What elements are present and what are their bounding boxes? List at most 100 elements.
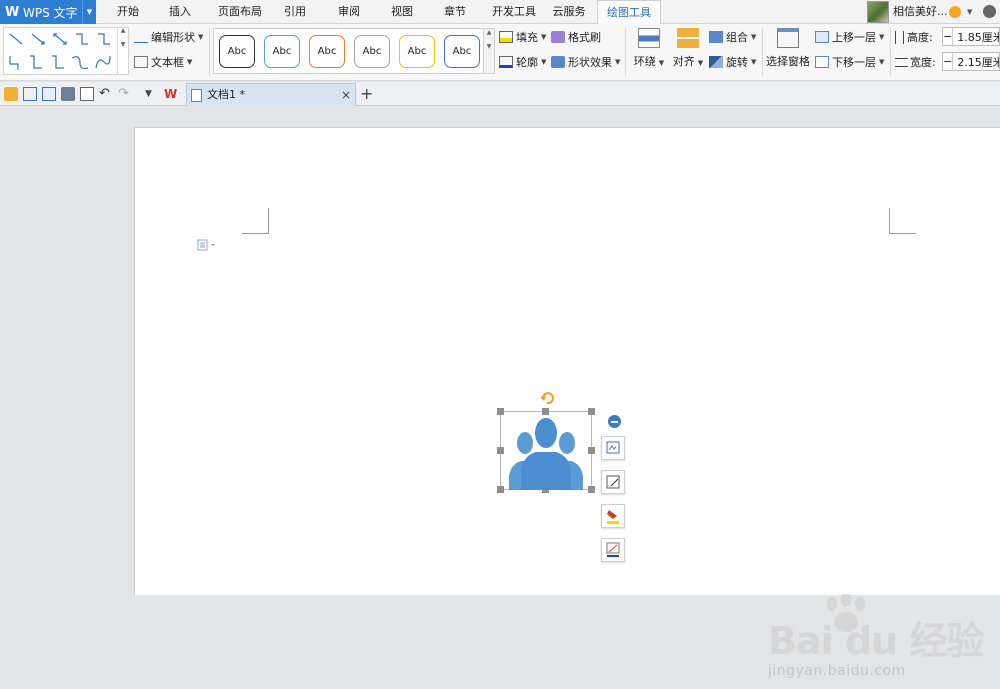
customize-toolbar-icon[interactable]: ▼: [145, 87, 159, 101]
width-input[interactable]: − 2.15厘米: [942, 52, 1000, 71]
resize-handle-top-left[interactable]: [497, 408, 504, 415]
style-gallery-scroll[interactable]: ▲ ▼: [483, 28, 495, 74]
tab-cloud[interactable]: 云服务: [546, 0, 592, 24]
app-menu-button[interactable]: W WPS 文字 ▼: [0, 0, 96, 24]
tab-insert[interactable]: 插入: [157, 0, 203, 24]
selection-pane-icon: [777, 28, 799, 48]
width-decrease-button[interactable]: −: [943, 53, 954, 70]
tab-references[interactable]: 引用: [274, 0, 316, 24]
format-painter-button[interactable]: 格式刷: [551, 27, 601, 47]
resize-handle-bottom-left[interactable]: [497, 486, 504, 493]
document-page[interactable]: [134, 127, 1000, 595]
rotate-handle-icon[interactable]: [540, 391, 554, 405]
style-option-6[interactable]: Abc: [444, 35, 480, 68]
shape-effects-button[interactable]: 形状效果 ▼: [551, 52, 620, 72]
gallery-scroll-buttons[interactable]: ▲ ▼: [117, 27, 128, 75]
edit-shape-button[interactable]: 编辑形状 ▼: [134, 27, 203, 47]
height-label-text: 高度:: [907, 31, 933, 44]
format-painter-label: 格式刷: [568, 31, 601, 44]
collapse-icon[interactable]: [608, 415, 621, 428]
resize-handle-bottom-right[interactable]: [588, 486, 595, 493]
menu-bar: W WPS 文字 ▼ 开始 插入 页面布局 引用 审阅 视图 章节 开发工具 云…: [0, 0, 1000, 25]
tab-page-layout[interactable]: 页面布局: [210, 0, 270, 24]
style-option-1[interactable]: Abc: [219, 35, 255, 68]
send-backward-button[interactable]: 下移一层 ▼: [815, 52, 884, 72]
width-value[interactable]: 2.15厘米: [953, 54, 999, 70]
chevron-down-icon[interactable]: ▼: [967, 8, 972, 16]
print-preview-icon[interactable]: [80, 87, 94, 101]
avatar[interactable]: [867, 1, 889, 23]
fill-bucket-icon: [607, 510, 619, 524]
tab-review[interactable]: 审阅: [326, 0, 372, 24]
people-group-icon[interactable]: [509, 414, 583, 493]
export-pdf-icon[interactable]: [42, 87, 56, 101]
outline-icon: [499, 56, 513, 68]
outline-side-button[interactable]: [601, 538, 625, 562]
tab-developer[interactable]: 开发工具: [486, 0, 542, 24]
fill-button[interactable]: 填充 ▼: [499, 27, 546, 47]
quick-access-toolbar: ↶ ↷ ▼ W 文档1 * × +: [0, 82, 1000, 106]
height-decrease-button[interactable]: −: [943, 28, 954, 45]
undo-icon[interactable]: ↶: [99, 87, 113, 101]
document-workspace: Bai du 经验 jingyan.baidu.com: [0, 106, 1000, 679]
layout-options-icon: [606, 441, 620, 454]
close-icon[interactable]: ×: [341, 84, 351, 106]
height-label: 高度:: [895, 27, 933, 47]
wrap-text-icon: [638, 28, 660, 48]
fill-label: 填充: [516, 31, 538, 44]
paragraph-layout-icon[interactable]: [197, 239, 215, 251]
document-icon: [191, 89, 202, 102]
height-input[interactable]: − 1.85厘米: [942, 27, 1000, 46]
layout-options-button[interactable]: [601, 436, 625, 460]
shape-style-gallery[interactable]: Abc Abc Abc Abc Abc Abc: [213, 28, 485, 74]
save-icon[interactable]: [23, 87, 37, 101]
user-name[interactable]: 相信美好...: [893, 0, 948, 24]
tab-chapter[interactable]: 章节: [432, 0, 478, 24]
wps-home-icon[interactable]: W: [164, 87, 178, 101]
style-option-2[interactable]: Abc: [264, 35, 300, 68]
width-label-text: 宽度:: [910, 56, 936, 69]
fill-side-button[interactable]: [601, 504, 625, 528]
baidu-jingyan-watermark: Bai du 经验 jingyan.baidu.com: [760, 594, 990, 689]
height-value[interactable]: 1.85厘米: [953, 29, 999, 45]
style-option-4[interactable]: Abc: [354, 35, 390, 68]
app-dropdown-icon[interactable]: ▼: [82, 0, 96, 24]
tab-view[interactable]: 视图: [380, 0, 424, 24]
edit-shape-label: 编辑形状: [151, 31, 195, 44]
open-folder-icon[interactable]: [4, 87, 18, 101]
ribbon: ▲ ▼ 编辑形状 ▼ 文本框 ▼ Abc Abc Abc Abc Abc Abc ▲ ▼…: [0, 24, 1000, 81]
group-button[interactable]: 组合 ▼: [709, 27, 756, 47]
width-label: 宽度:: [895, 52, 936, 72]
wrap-button[interactable]: 环绕 ▼: [632, 28, 666, 69]
resize-handle-left[interactable]: [497, 447, 504, 454]
edit-shape-side-button[interactable]: [601, 470, 625, 494]
resize-handle-right[interactable]: [588, 447, 595, 454]
redo-icon[interactable]: ↷: [118, 87, 132, 101]
height-icon: [895, 30, 904, 44]
selection-pane-button[interactable]: 选择窗格: [766, 28, 810, 69]
selection-pane-label: 选择窗格: [766, 55, 810, 68]
text-box-button[interactable]: 文本框 ▼: [134, 52, 192, 72]
print-icon[interactable]: [61, 87, 75, 101]
group-label: 组合: [726, 31, 748, 44]
align-button[interactable]: 对齐 ▼: [670, 28, 706, 69]
crop-mark-top-left: [242, 208, 269, 234]
vip-icon[interactable]: [949, 6, 961, 18]
style-option-5[interactable]: Abc: [399, 35, 435, 68]
rotate-button[interactable]: 旋转 ▼: [709, 52, 756, 72]
crop-mark-top-right: [889, 208, 916, 234]
style-option-3[interactable]: Abc: [309, 35, 345, 68]
tab-start[interactable]: 开始: [106, 0, 150, 24]
help-icon[interactable]: [983, 5, 996, 18]
document-tab[interactable]: 文档1 * ×: [186, 83, 356, 106]
send-backward-label: 下移一层: [832, 56, 876, 69]
new-tab-button[interactable]: +: [360, 82, 373, 106]
align-icon: [677, 28, 699, 48]
bring-forward-label: 上移一层: [832, 31, 876, 44]
resize-handle-top-right[interactable]: [588, 408, 595, 415]
wrap-label: 环绕: [633, 55, 656, 68]
outline-button[interactable]: 轮廓 ▼: [499, 52, 546, 72]
tab-drawing-tools[interactable]: 绘图工具: [597, 0, 661, 25]
line-shapes-gallery[interactable]: [3, 27, 129, 75]
bring-forward-button[interactable]: 上移一层 ▼: [815, 27, 884, 47]
